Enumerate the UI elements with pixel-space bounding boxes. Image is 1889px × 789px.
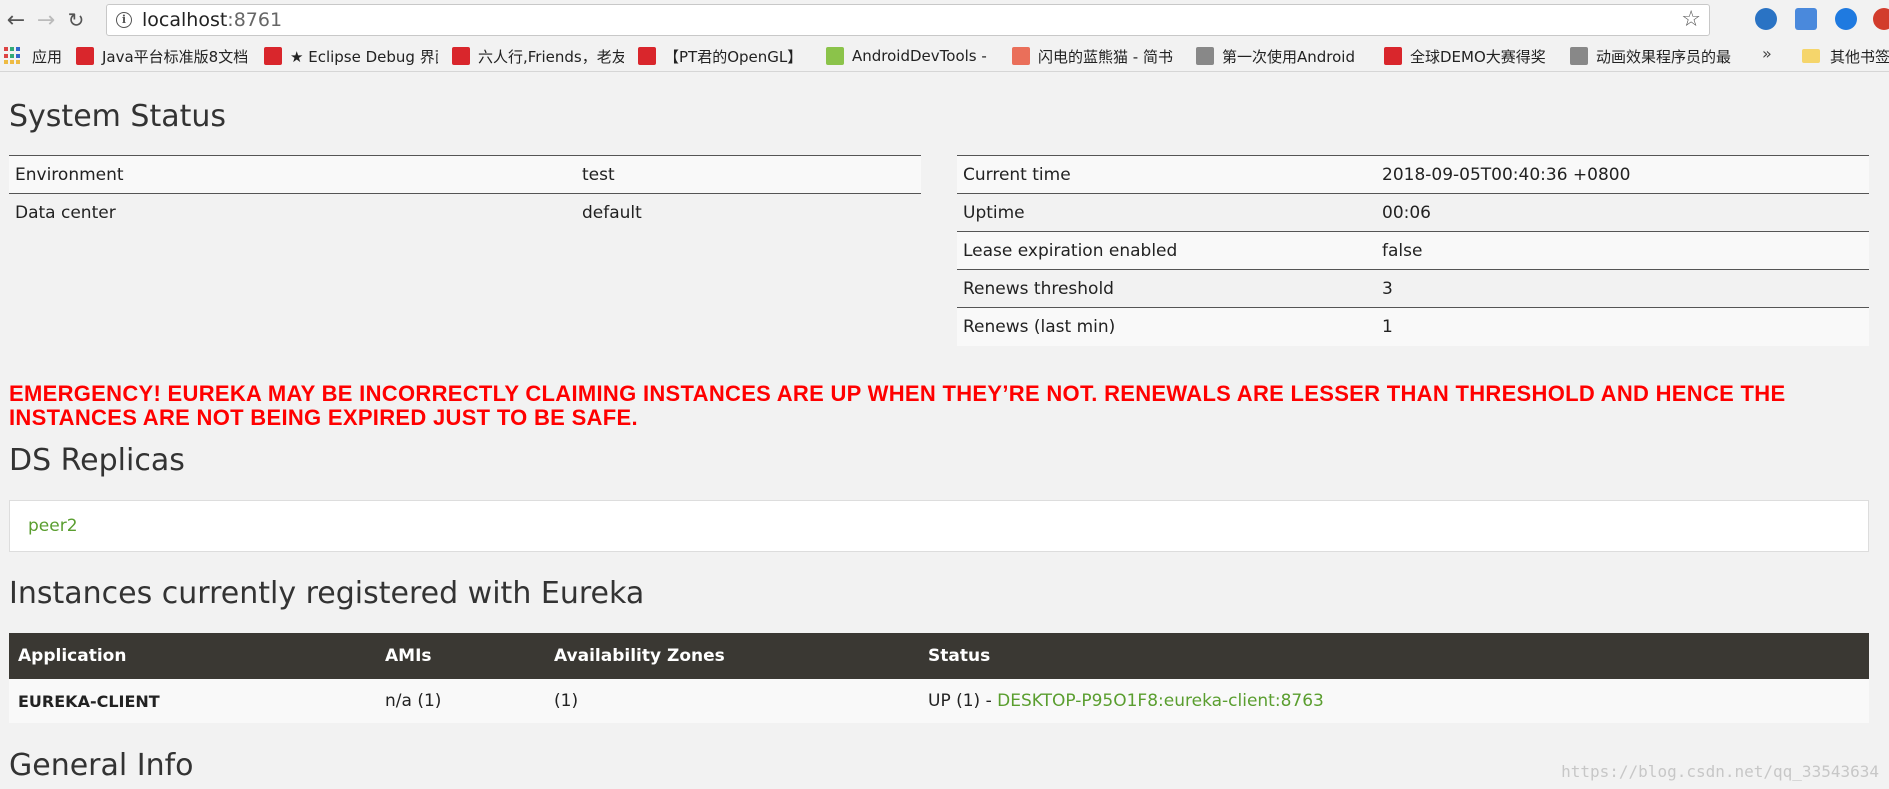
reload-icon[interactable]: ↻ bbox=[62, 6, 90, 34]
bookmarks-bar: 应用 Java平台标准版8文档 ★ Eclipse Debug 界面 六人行,F… bbox=[0, 40, 1889, 72]
status-value: 00:06 bbox=[1376, 193, 1869, 232]
bookmark-item[interactable]: 全球DEMO大赛得奖 bbox=[1384, 40, 1556, 71]
table-header-row: Application AMIs Availability Zones Stat… bbox=[9, 633, 1869, 679]
status-cell: UP (1) - DESKTOP-P95O1F8:eureka-client:8… bbox=[919, 679, 1869, 723]
extension-icon[interactable] bbox=[1873, 8, 1889, 30]
status-key: Renews (last min) bbox=[957, 307, 1376, 346]
site-favicon-icon bbox=[1570, 47, 1588, 65]
table-row: Data center default bbox=[9, 193, 921, 232]
system-status-right-table: Current time 2018-09-05T00:40:36 +0800 U… bbox=[957, 155, 1869, 346]
ds-replicas-title: DS Replicas bbox=[9, 443, 185, 478]
folder-icon bbox=[1802, 49, 1820, 63]
replica-link[interactable]: peer2 bbox=[28, 516, 78, 536]
column-header: AMIs bbox=[376, 633, 545, 679]
table-row: Renews threshold 3 bbox=[957, 269, 1869, 308]
bookmark-item[interactable]: ★ Eclipse Debug 界面 bbox=[264, 40, 438, 71]
other-bookmarks-folder[interactable]: 其他书签 bbox=[1802, 40, 1889, 71]
extension-icon[interactable] bbox=[1755, 8, 1777, 30]
apps-grid-icon bbox=[4, 47, 22, 65]
amis-cell: n/a (1) bbox=[376, 679, 545, 723]
info-icon[interactable]: i bbox=[116, 12, 132, 28]
bookmark-label: AndroidDevTools - bbox=[852, 47, 987, 65]
bookmark-item[interactable]: 【PT君的OpenGL】 bbox=[638, 40, 810, 71]
status-key: Uptime bbox=[957, 193, 1376, 232]
application-cell: EUREKA-CLIENT bbox=[9, 679, 376, 723]
csdn-favicon-icon bbox=[638, 47, 656, 65]
status-value: false bbox=[1376, 231, 1869, 270]
status-key: Lease expiration enabled bbox=[957, 231, 1376, 270]
url-host: localhost bbox=[142, 9, 228, 31]
bookmark-label: 第一次使用Android bbox=[1222, 47, 1355, 66]
emergency-warning: EMERGENCY! EUREKA MAY BE INCORRECTLY CLA… bbox=[9, 381, 1786, 430]
bookmark-label: 闪电的蓝熊猫 - 简书 bbox=[1038, 47, 1173, 66]
browser-toolbar: ← → ↻ i localhost:8761 ☆ bbox=[0, 0, 1889, 40]
instances-table: Application AMIs Availability Zones Stat… bbox=[9, 633, 1869, 723]
forward-arrow-icon[interactable]: → bbox=[32, 6, 60, 34]
site-favicon-icon bbox=[452, 47, 470, 65]
url-text[interactable]: localhost:8761 bbox=[142, 9, 282, 31]
bookmark-apps[interactable]: 应用 bbox=[4, 40, 72, 71]
jianshu-favicon-icon bbox=[1012, 47, 1030, 65]
instances-title: Instances currently registered with Eure… bbox=[9, 576, 645, 611]
table-row: EUREKA-CLIENT n/a (1) (1) UP (1) - DESKT… bbox=[9, 679, 1869, 723]
watermark: https://blog.csdn.net/qq_33543634 bbox=[1561, 762, 1879, 781]
bookmark-item[interactable]: AndroidDevTools - bbox=[826, 40, 998, 71]
zones-cell: (1) bbox=[545, 679, 919, 723]
status-value: 3 bbox=[1376, 269, 1869, 308]
bookmark-item[interactable]: 动画效果程序员的最 bbox=[1570, 40, 1746, 71]
bookmark-label: 其他书签 bbox=[1830, 47, 1889, 66]
bookmark-label: 六人行,Friends，老友 bbox=[478, 47, 624, 66]
column-header: Availability Zones bbox=[545, 633, 919, 679]
bookmark-label: Java平台标准版8文档 bbox=[102, 47, 249, 66]
bookmark-label: ★ Eclipse Debug 界面 bbox=[290, 47, 438, 66]
extension-icon[interactable] bbox=[1835, 8, 1857, 30]
bookmark-label: 全球DEMO大赛得奖 bbox=[1410, 47, 1546, 66]
bookmark-item[interactable]: 六人行,Friends，老友 bbox=[452, 40, 624, 71]
url-port: :8761 bbox=[227, 9, 283, 31]
androiddevtools-favicon-icon bbox=[826, 47, 844, 65]
status-key: Renews threshold bbox=[957, 269, 1376, 308]
more-bookmarks-chevron-icon[interactable]: » bbox=[1762, 44, 1772, 63]
status-value: 1 bbox=[1376, 307, 1869, 346]
status-key: Environment bbox=[9, 155, 576, 194]
general-info-title: General Info bbox=[9, 748, 194, 783]
status-key: Data center bbox=[9, 193, 576, 232]
replicas-panel: peer2 bbox=[9, 500, 1869, 552]
status-key: Current time bbox=[957, 155, 1376, 194]
bookmark-star-icon[interactable]: ☆ bbox=[1681, 7, 1701, 32]
instance-link[interactable]: DESKTOP-P95O1F8:eureka-client:8763 bbox=[997, 691, 1324, 711]
status-value: test bbox=[576, 155, 921, 194]
status-value: 2018-09-05T00:40:36 +0800 bbox=[1376, 155, 1869, 194]
column-header: Status bbox=[919, 633, 1869, 679]
table-row: Environment test bbox=[9, 155, 921, 194]
eureka-dashboard: System Status Environment test Data cent… bbox=[0, 73, 1889, 789]
table-row: Current time 2018-09-05T00:40:36 +0800 bbox=[957, 155, 1869, 194]
column-header: Application bbox=[9, 633, 376, 679]
oracle-favicon-icon bbox=[76, 47, 94, 65]
table-row: Renews (last min) 1 bbox=[957, 307, 1869, 346]
site-favicon-icon bbox=[1384, 47, 1402, 65]
translate-extension-icon[interactable] bbox=[1795, 8, 1817, 30]
bookmark-label: 应用 bbox=[32, 47, 63, 66]
bookmark-item[interactable]: 第一次使用Android bbox=[1196, 40, 1368, 71]
bookmark-label: 【PT君的OpenGL】 bbox=[664, 47, 803, 66]
bookmark-item[interactable]: Java平台标准版8文档 bbox=[76, 40, 250, 71]
site-favicon-icon bbox=[1196, 47, 1214, 65]
address-bar[interactable]: i localhost:8761 ☆ bbox=[106, 4, 1710, 36]
system-status-left-table: Environment test Data center default bbox=[9, 155, 921, 232]
status-text: UP (1) - bbox=[928, 691, 998, 711]
table-row: Lease expiration enabled false bbox=[957, 231, 1869, 270]
system-status-title: System Status bbox=[9, 99, 227, 134]
csdn-favicon-icon bbox=[264, 47, 282, 65]
table-row: Uptime 00:06 bbox=[957, 193, 1869, 232]
back-arrow-icon[interactable]: ← bbox=[2, 6, 30, 34]
bookmark-item[interactable]: 闪电的蓝熊猫 - 简书 bbox=[1012, 40, 1184, 71]
status-value: default bbox=[576, 193, 921, 232]
bookmark-label: 动画效果程序员的最 bbox=[1596, 47, 1732, 66]
